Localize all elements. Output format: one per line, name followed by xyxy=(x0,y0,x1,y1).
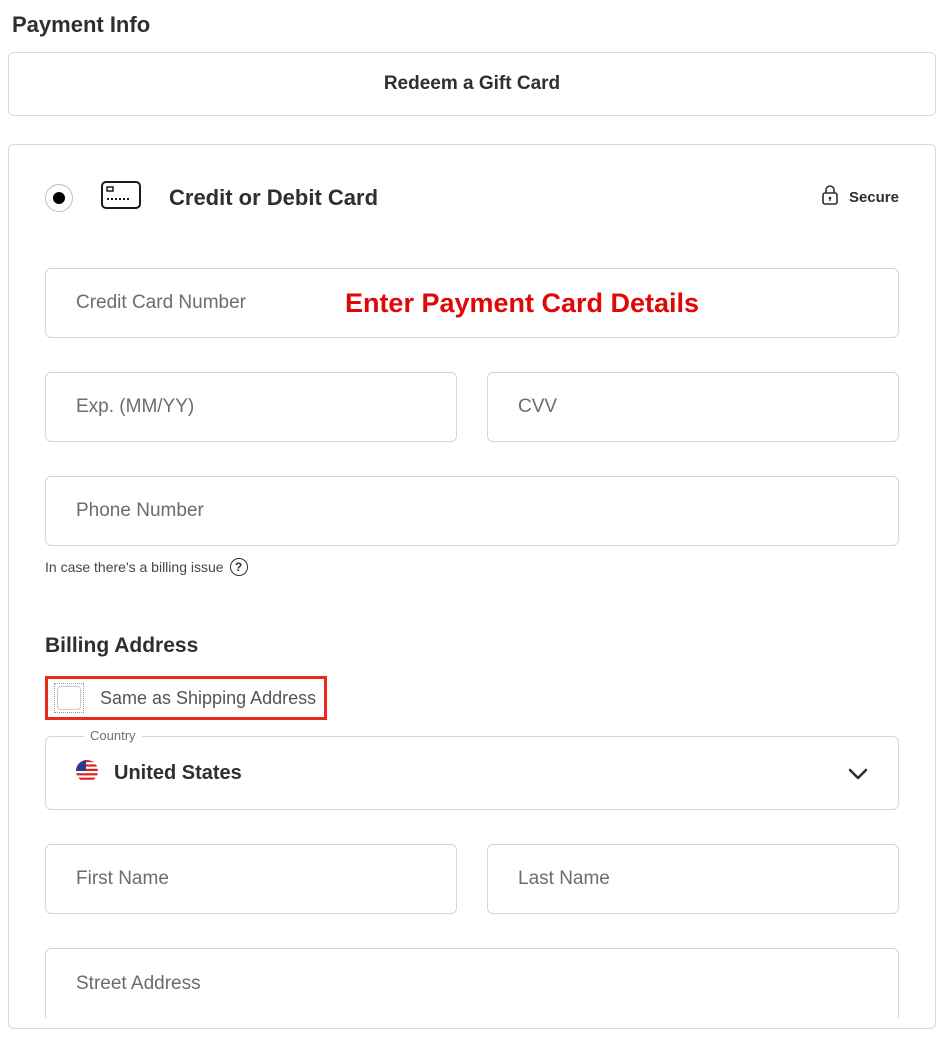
billing-address-title: Billing Address xyxy=(45,634,899,658)
last-name-input[interactable] xyxy=(487,844,899,914)
phone-number-input[interactable] xyxy=(45,476,899,546)
lock-icon xyxy=(821,184,839,211)
country-select[interactable]: Country United States xyxy=(45,736,899,810)
street-address-input[interactable] xyxy=(45,948,899,1018)
cvv-input[interactable] xyxy=(487,372,899,442)
us-flag-icon xyxy=(76,760,98,787)
same-as-shipping-label: Same as Shipping Address xyxy=(100,688,316,709)
expiration-input[interactable] xyxy=(45,372,457,442)
payment-method-header: Credit or Debit Card Secure xyxy=(45,181,899,214)
secure-label: Secure xyxy=(849,189,899,206)
redeem-gift-card-button[interactable]: Redeem a Gift Card xyxy=(8,52,936,116)
help-icon[interactable]: ? xyxy=(230,558,248,576)
payment-method-title: Credit or Debit Card xyxy=(169,185,378,211)
phone-help-text: In case there's a billing issue xyxy=(45,559,224,575)
first-name-input[interactable] xyxy=(45,844,457,914)
page-title: Payment Info xyxy=(12,12,936,38)
chevron-down-icon xyxy=(848,760,868,786)
same-as-shipping-checkbox[interactable] xyxy=(57,686,81,710)
payment-method-radio[interactable] xyxy=(45,184,73,212)
payment-method-panel: Credit or Debit Card Secure Enter Paymen… xyxy=(8,144,936,1029)
same-as-shipping-highlight: Same as Shipping Address xyxy=(45,676,327,720)
credit-card-number-input[interactable] xyxy=(45,268,899,338)
radio-dot-icon xyxy=(53,192,65,204)
country-value: United States xyxy=(114,762,242,785)
credit-card-icon xyxy=(101,181,141,214)
country-float-label: Country xyxy=(84,728,142,743)
